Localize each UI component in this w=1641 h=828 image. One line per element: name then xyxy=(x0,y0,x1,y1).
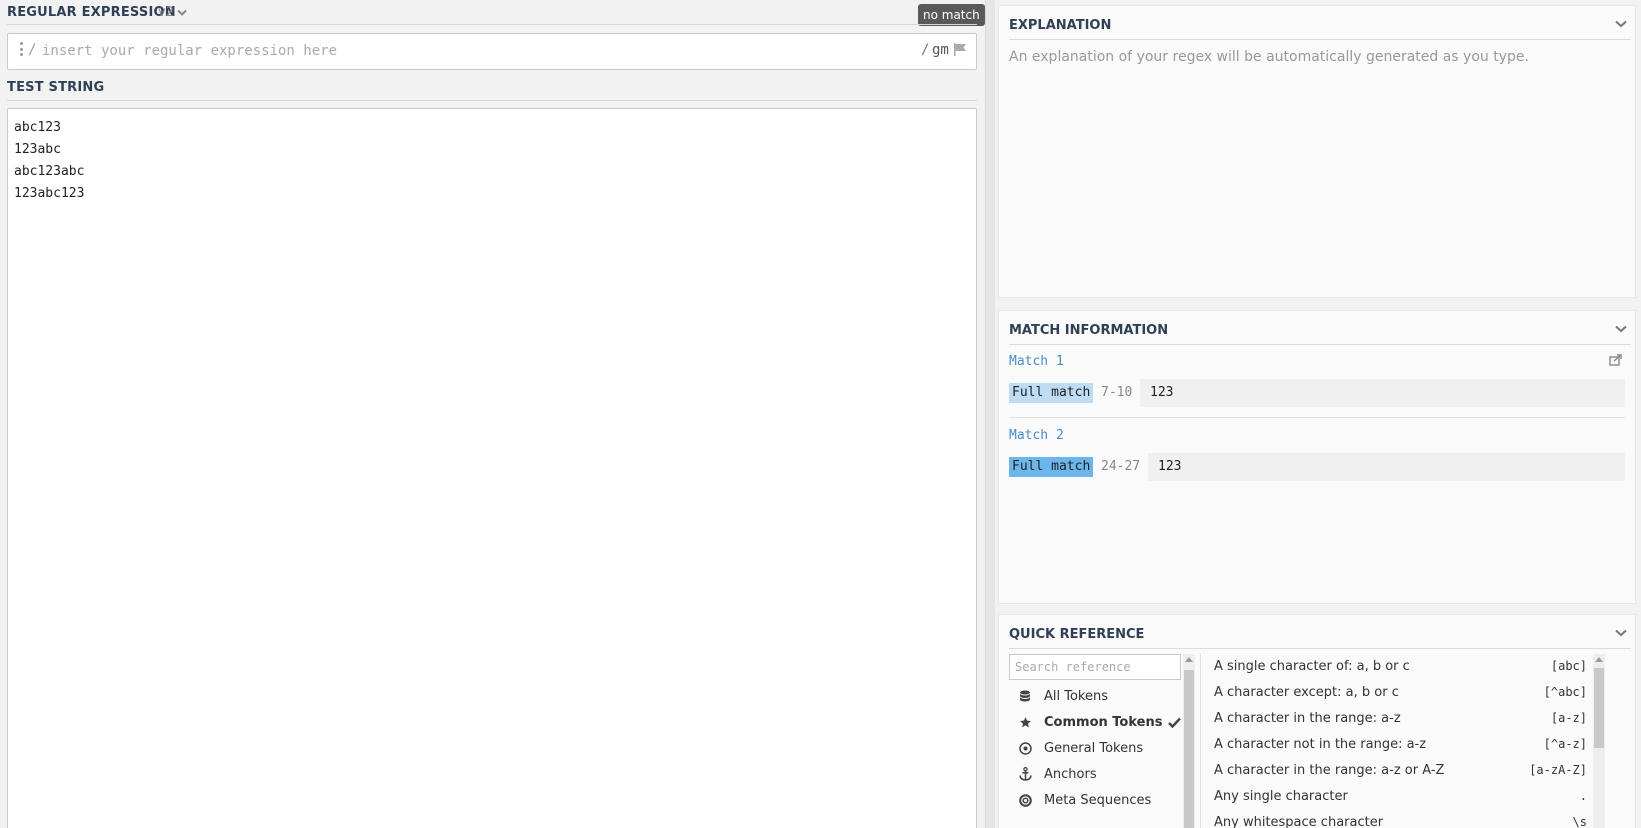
reference-item[interactable]: A character in the range: a-z [a-z] xyxy=(1214,705,1587,731)
match-status-badge: no match xyxy=(918,4,985,26)
divider xyxy=(7,24,977,25)
match-range: 24-27 xyxy=(1101,459,1141,474)
match-information-panel: MATCH INFORMATION Match 1 Full match 7-1… xyxy=(998,310,1636,604)
test-string-line: 123abc123 xyxy=(14,186,85,201)
category-all-tokens[interactable]: All Tokens xyxy=(1017,683,1108,709)
test-string-section-title: TEST STRING xyxy=(7,80,105,95)
regex-flags[interactable]: gm xyxy=(932,42,949,58)
editor-panel: REGULAR EXPRESSION v2 no match / / gm TE… xyxy=(0,0,985,828)
match-label: Match 1 xyxy=(1009,354,1064,369)
reference-description: Any whitespace character xyxy=(1214,814,1384,828)
regex-section-title: REGULAR EXPRESSION xyxy=(7,5,176,20)
divider xyxy=(1009,39,1631,40)
lifebuoy-icon xyxy=(1017,793,1033,807)
reference-token: \s xyxy=(1572,815,1587,828)
full-match-tag: Full match xyxy=(1009,457,1094,477)
reference-token: [a-zA-Z] xyxy=(1529,763,1587,777)
chevron-down-icon[interactable] xyxy=(1615,629,1627,637)
divider xyxy=(1009,648,1631,649)
test-string-editor[interactable]: abc123 123abc abc123abc 123abc123 xyxy=(7,108,977,828)
divider xyxy=(1200,654,1201,828)
reference-scrollbar[interactable] xyxy=(1593,654,1605,828)
regex-input[interactable] xyxy=(42,39,862,63)
category-scrollbar[interactable] xyxy=(1183,654,1195,828)
delimiter-menu-icon[interactable] xyxy=(20,42,24,56)
category-anchors[interactable]: Anchors xyxy=(1017,761,1097,787)
flag-icon[interactable] xyxy=(953,43,967,56)
test-string-line: abc123abc xyxy=(14,164,85,179)
category-label: General Tokens xyxy=(1044,740,1144,756)
category-common-tokens[interactable]: Common Tokens xyxy=(1017,709,1182,735)
match-information-title: MATCH INFORMATION xyxy=(1009,323,1169,338)
test-string-line: abc123 xyxy=(14,120,61,135)
match-value: 123 xyxy=(1140,379,1625,407)
reference-token: [^a-z] xyxy=(1543,737,1587,751)
reference-search-input[interactable] xyxy=(1009,654,1181,680)
quick-reference-panel: QUICK REFERENCE All Tokens Common Tokens… xyxy=(998,614,1636,828)
reference-description: A character not in the range: a-z xyxy=(1214,736,1427,752)
reference-item[interactable]: Any single character . xyxy=(1214,783,1587,809)
reference-item[interactable]: A character not in the range: a-z [^a-z] xyxy=(1214,731,1587,757)
reference-description: A character in the range: a-z xyxy=(1214,710,1401,726)
category-label: All Tokens xyxy=(1044,688,1109,704)
reference-description: A single character of: a, b or c xyxy=(1214,658,1410,674)
version-label: v2 xyxy=(158,5,174,20)
match-row: Full match 24-27 123 xyxy=(1009,453,1625,481)
category-label: Meta Sequences xyxy=(1044,792,1152,808)
reference-token: . xyxy=(1579,789,1587,803)
regex-open-delimiter: / xyxy=(28,42,37,58)
reference-token: [abc] xyxy=(1550,659,1587,673)
target-icon xyxy=(1017,741,1033,755)
regex-close-delimiter: / xyxy=(921,42,930,58)
divider xyxy=(1009,344,1631,345)
chevron-down-icon[interactable] xyxy=(1615,325,1627,333)
explanation-text: An explanation of your regex will be aut… xyxy=(1009,49,1529,65)
reference-token: [^abc] xyxy=(1543,685,1587,699)
explanation-panel: EXPLANATION An explanation of your regex… xyxy=(998,5,1636,298)
category-label: Anchors xyxy=(1044,766,1097,782)
reference-description: A character except: a, b or c xyxy=(1214,684,1399,700)
version-selector[interactable]: v2 xyxy=(158,5,187,20)
reference-item[interactable]: Any whitespace character \s xyxy=(1214,809,1587,828)
reference-item[interactable]: A character in the range: a-z or A-Z [a-… xyxy=(1214,757,1587,783)
match-value: 123 xyxy=(1148,453,1625,481)
export-icon[interactable] xyxy=(1609,354,1623,366)
match-range: 7-10 xyxy=(1101,385,1133,400)
checkmark-icon xyxy=(1168,717,1182,728)
regex-input-box: / / gm xyxy=(7,33,977,70)
explanation-title: EXPLANATION xyxy=(1009,18,1112,33)
category-general-tokens[interactable]: General Tokens xyxy=(1017,735,1143,761)
match-label: Match 2 xyxy=(1009,428,1064,443)
divider xyxy=(1009,417,1625,418)
category-meta-sequences[interactable]: Meta Sequences xyxy=(1017,787,1151,813)
star-icon xyxy=(1017,716,1033,729)
reference-item[interactable]: A single character of: a, b or c [abc] xyxy=(1214,653,1587,679)
category-label: Common Tokens xyxy=(1044,714,1163,730)
panel-resize-handle[interactable] xyxy=(985,0,995,828)
quick-reference-title: QUICK REFERENCE xyxy=(1009,627,1145,642)
reference-description: Any single character xyxy=(1214,788,1348,804)
test-string-line: 123abc xyxy=(14,142,61,157)
reference-token: [a-z] xyxy=(1550,711,1587,725)
chevron-down-icon[interactable] xyxy=(1615,20,1627,28)
reference-description: A character in the range: a-z or A-Z xyxy=(1214,762,1445,778)
full-match-tag: Full match xyxy=(1009,383,1094,403)
match-row: Full match 7-10 123 xyxy=(1009,379,1625,407)
anchor-icon xyxy=(1017,767,1033,781)
chevron-down-icon xyxy=(177,9,187,16)
reference-item[interactable]: A character except: a, b or c [^abc] xyxy=(1214,679,1587,705)
divider xyxy=(7,100,977,101)
database-icon xyxy=(1017,690,1033,703)
